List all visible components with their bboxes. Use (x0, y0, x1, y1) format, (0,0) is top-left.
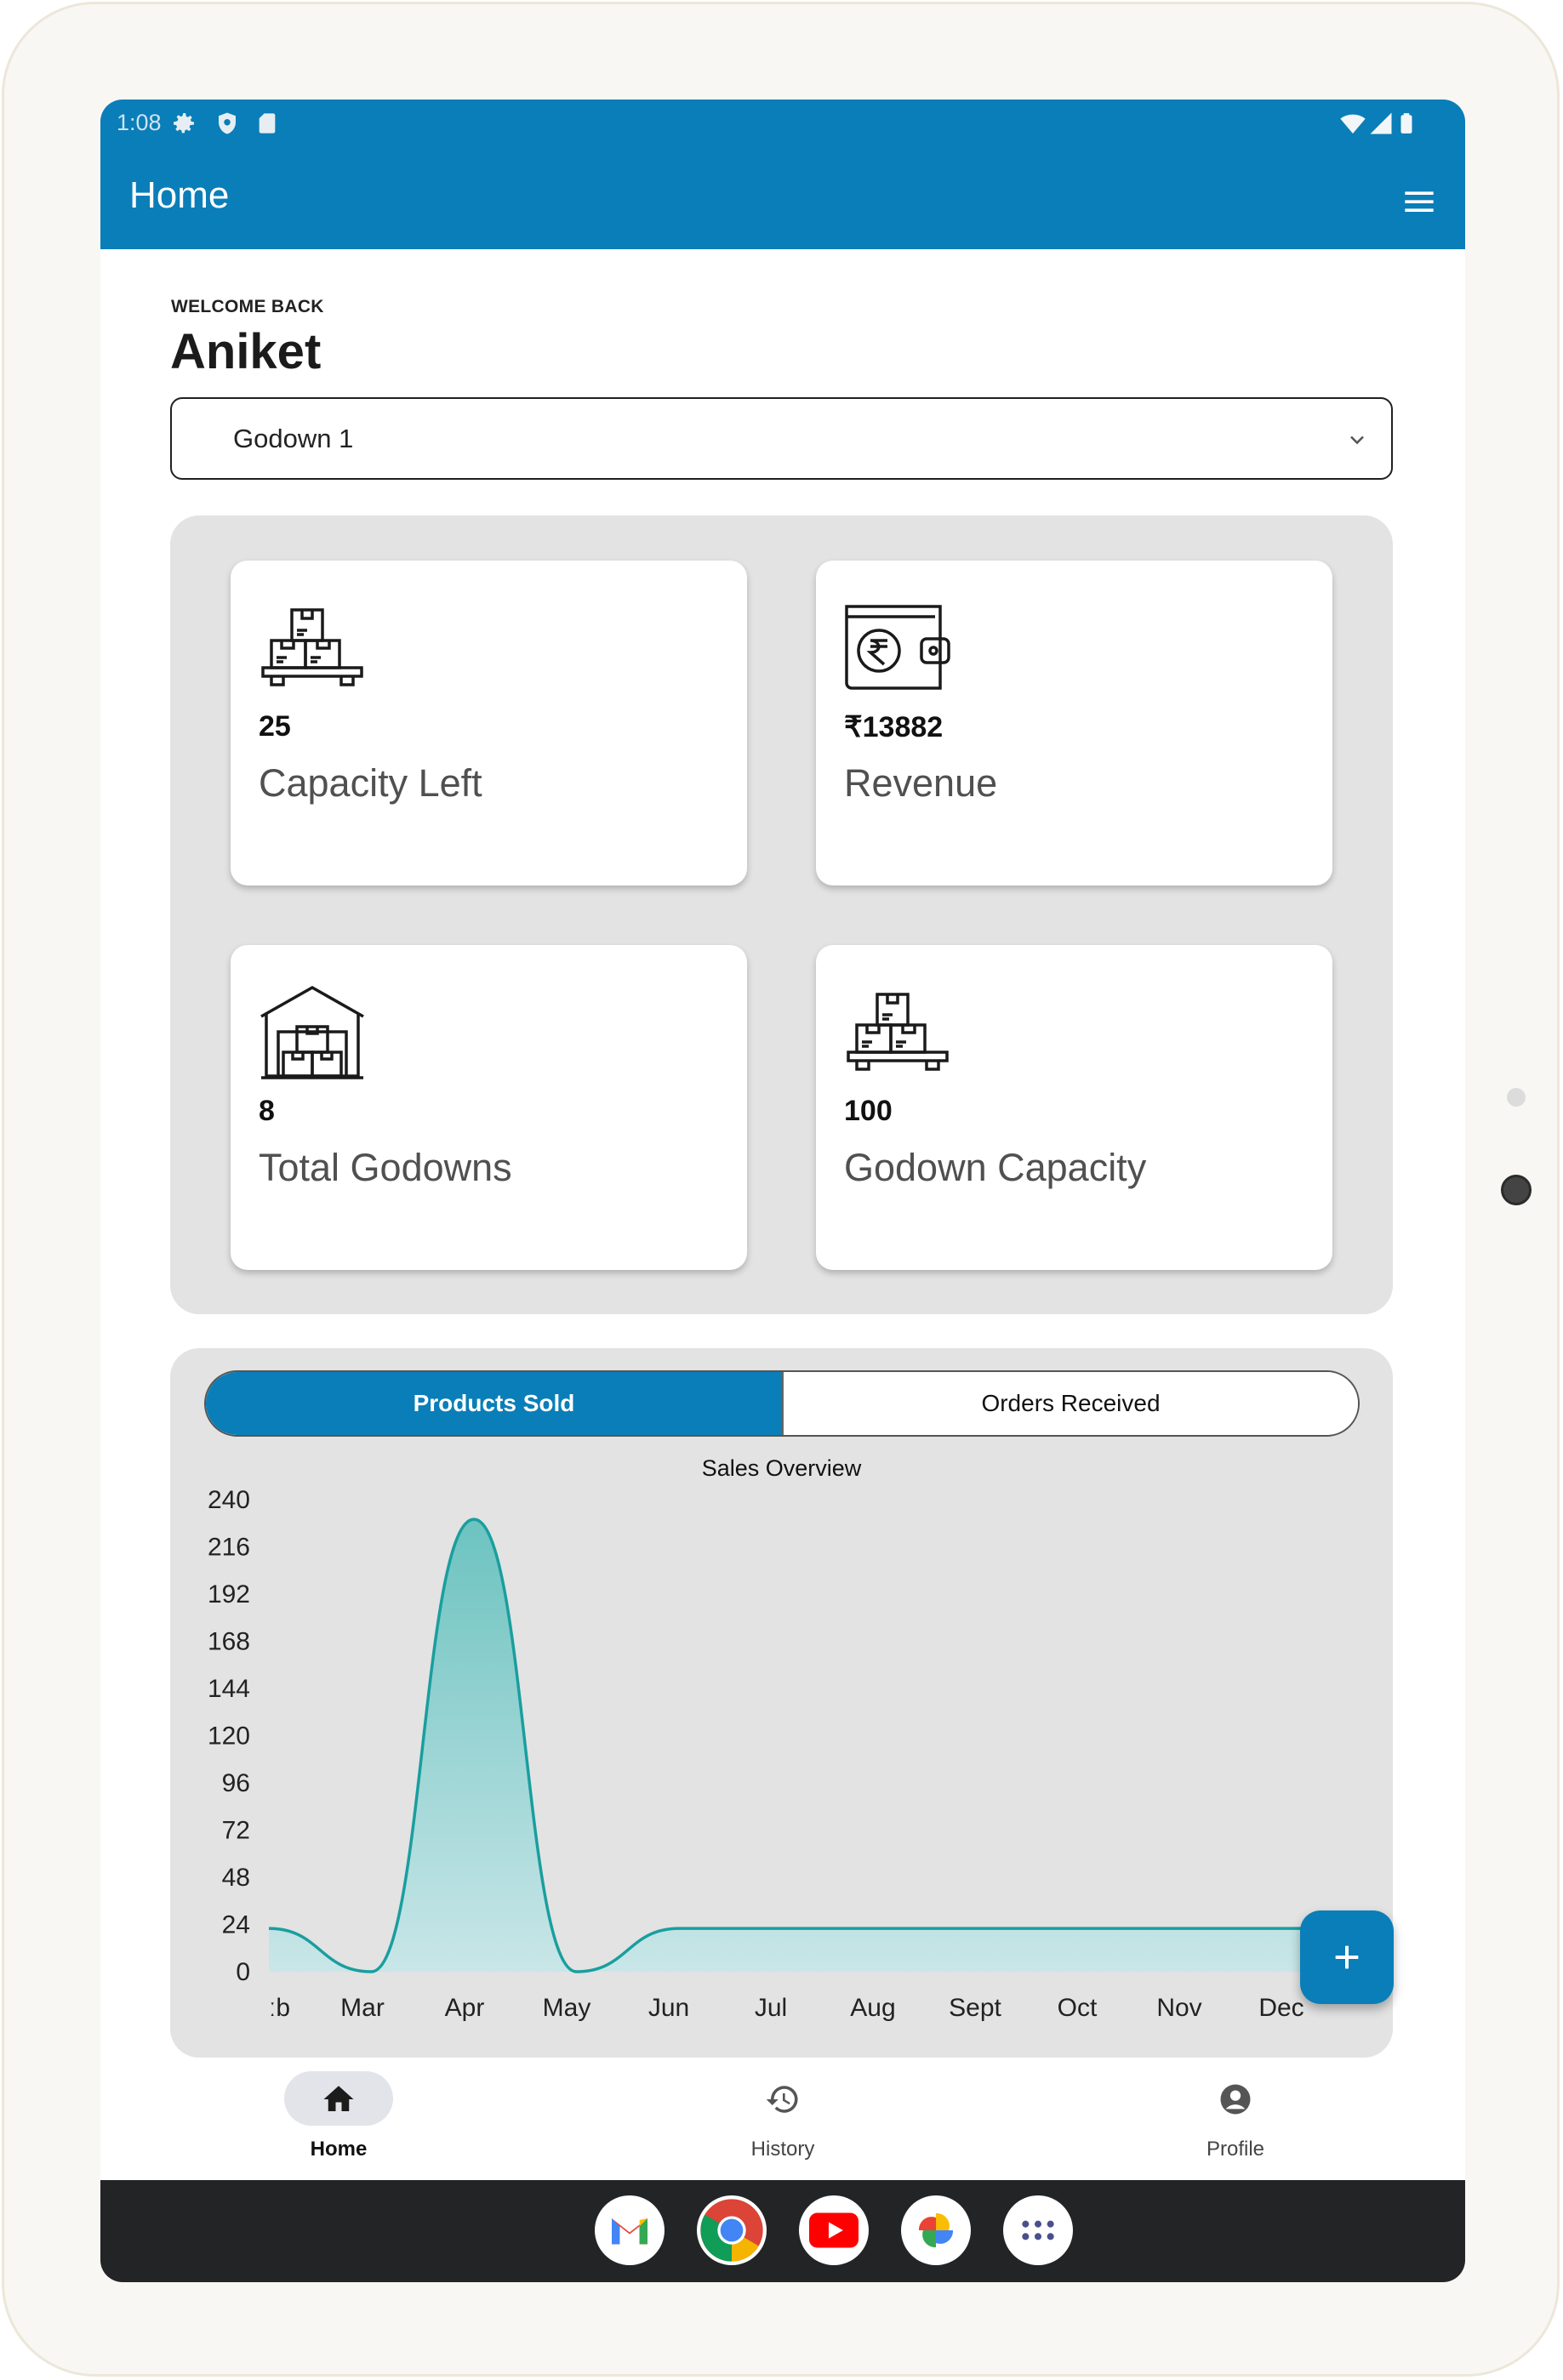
boxes-pallet-icon (261, 608, 363, 686)
sensor-dot (1507, 1088, 1526, 1107)
y-tick-label: 96 (222, 1769, 250, 1797)
app-drawer-icon[interactable] (1003, 2195, 1073, 2265)
nav-label: Profile (1206, 2138, 1265, 2161)
y-tick-label: 240 (208, 1486, 250, 1514)
y-tick-label: 168 (208, 1628, 250, 1656)
home-icon (323, 2086, 354, 2111)
plus-icon (1335, 1945, 1359, 1969)
battery-icon (1400, 113, 1412, 134)
status-time: 1:08 (117, 110, 162, 135)
x-tick-label: Mar (340, 1994, 385, 2022)
stat-card-capacity-left: 25 Capacity Left (231, 561, 747, 885)
nav-item-home[interactable]: Home (228, 2059, 449, 2180)
boxes-pallet-icon (847, 993, 949, 1071)
stat-value: ₹13882 (844, 711, 944, 743)
bottom-nav: Home History Profile (100, 2059, 1465, 2180)
warehouse-icon (260, 985, 364, 1079)
nav-label: Home (310, 2138, 368, 2161)
nav-label: History (750, 2138, 815, 2161)
x-tick-label: Aug (850, 1994, 895, 2022)
stat-value: 100 (844, 1095, 893, 1127)
sales-chart-panel: Products Sold Orders Received Sales Over… (170, 1348, 1393, 2058)
stat-value: 8 (259, 1095, 275, 1127)
x-tick-label: ːb (269, 1994, 290, 2022)
page-title: Home (129, 174, 230, 216)
x-tick-label: Dec (1258, 1994, 1303, 2022)
x-tick-label: Apr (445, 1994, 485, 2022)
y-tick-label: 0 (236, 1958, 250, 1986)
stats-panel: 25 Capacity Left ₹13882 Revenue 8 Total … (170, 515, 1393, 1314)
stat-value: 25 (259, 710, 291, 743)
y-tick-label: 48 (222, 1864, 250, 1892)
signal-icon (1370, 112, 1392, 134)
gmail-icon[interactable] (595, 2195, 665, 2265)
y-tick-label: 192 (208, 1580, 250, 1608)
device-screen: 1:08 Home WELCOME BACK Aniket Godown 1 2… (100, 100, 1465, 2282)
x-tick-label: Sept (949, 1994, 1001, 2022)
x-tick-label: Oct (1058, 1994, 1098, 2022)
chrome-icon[interactable] (697, 2195, 767, 2265)
y-tick-label: 216 (208, 1534, 250, 1562)
stat-label: Revenue (844, 761, 998, 805)
godown-select-value: Godown 1 (233, 424, 354, 453)
status-bar: 1:08 (100, 100, 1465, 152)
add-fab-button[interactable] (1300, 1910, 1394, 2004)
chevron-down-icon (1350, 436, 1364, 445)
shield-icon (219, 112, 236, 134)
history-icon (766, 2086, 798, 2113)
welcome-label: WELCOME BACK (171, 297, 324, 316)
photos-icon[interactable] (901, 2195, 971, 2265)
app-bar: Home (100, 152, 1465, 249)
y-tick-label: 24 (222, 1911, 250, 1939)
x-tick-label: Jun (648, 1994, 689, 2022)
wallet-rupee-icon (845, 605, 950, 690)
nav-item-history[interactable]: History (672, 2059, 893, 2180)
y-tick-label: 72 (222, 1817, 250, 1845)
nav-item-profile[interactable]: Profile (1125, 2059, 1346, 2180)
x-tick-label: Jul (755, 1994, 787, 2022)
stat-card-revenue: ₹13882 Revenue (816, 561, 1332, 885)
stat-label: Total Godowns (259, 1146, 512, 1189)
x-tick-label: May (543, 1994, 591, 2022)
profile-icon (1220, 2084, 1251, 2115)
stat-label: Godown Capacity (844, 1146, 1147, 1189)
stat-card-total-godowns: 8 Total Godowns (231, 945, 747, 1270)
camera-lens (1501, 1175, 1532, 1205)
youtube-icon[interactable] (799, 2195, 869, 2265)
stat-card-godown-capacity: 100 Godown Capacity (816, 945, 1332, 1270)
user-name: Aniket (170, 324, 322, 379)
wifi-icon (1340, 114, 1366, 134)
settings-icon (174, 113, 194, 134)
x-tick-label: Nov (1156, 1994, 1201, 2022)
sd-card-icon (259, 113, 276, 134)
hamburger-menu-icon[interactable] (1402, 185, 1436, 219)
y-tick-label: 120 (208, 1722, 250, 1751)
godown-select[interactable]: Godown 1 (170, 397, 1393, 480)
system-dock (100, 2180, 1465, 2282)
sales-area-chart: 0 24 48 72 96 120 144 168 192 216 240 ːb Mar Apr May J… (208, 1486, 1304, 2022)
y-tick-label: 144 (208, 1675, 250, 1703)
stat-label: Capacity Left (259, 761, 482, 805)
